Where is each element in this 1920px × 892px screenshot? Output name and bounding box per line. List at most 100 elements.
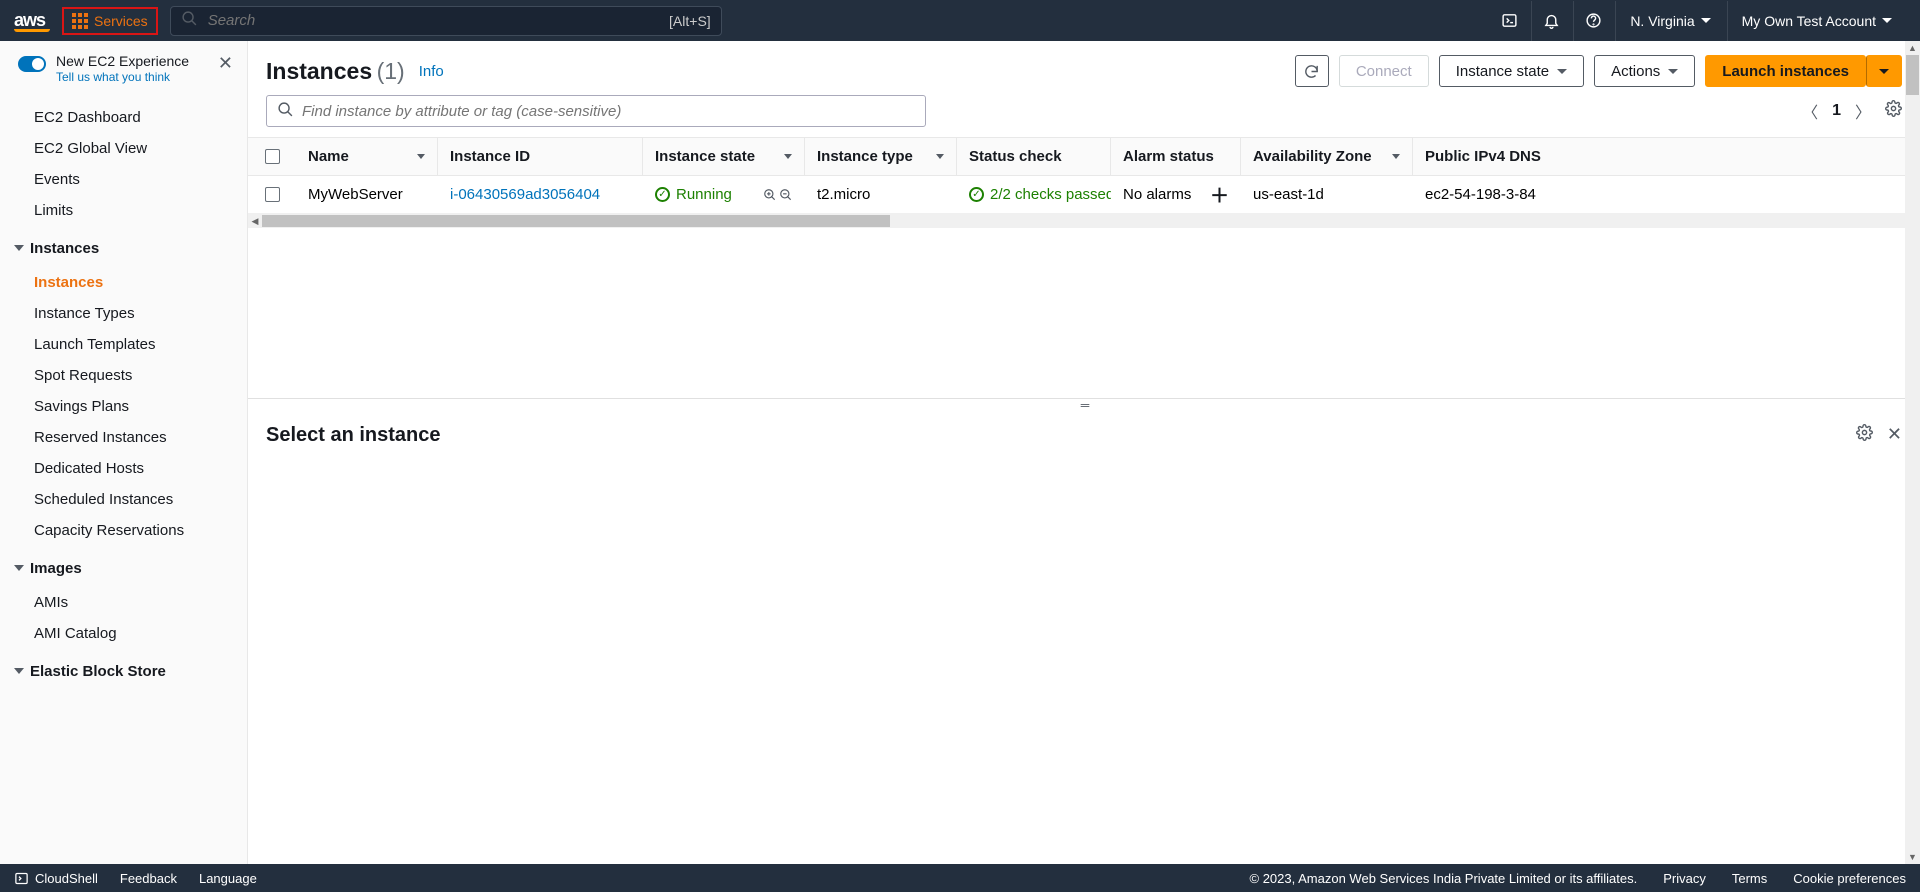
col-availability-zone[interactable]: Availability Zone bbox=[1241, 138, 1413, 175]
scroll-down-icon[interactable]: ▼ bbox=[1905, 850, 1920, 864]
experience-toggle: New EC2 Experience Tell us what you thin… bbox=[0, 51, 247, 98]
horizontal-scrollbar[interactable]: ◀ ▶ bbox=[248, 214, 1920, 228]
footer-language[interactable]: Language bbox=[199, 871, 257, 886]
scroll-thumb[interactable] bbox=[262, 215, 890, 227]
settings-icon[interactable] bbox=[1885, 100, 1902, 122]
page-prev[interactable]: 〈 bbox=[1802, 99, 1818, 123]
sidebar-item-instance-types[interactable]: Instance Types bbox=[0, 298, 247, 329]
cell-name: MyWebServer bbox=[296, 176, 438, 213]
sidebar-item-savings-plans[interactable]: Savings Plans bbox=[0, 391, 247, 422]
search-icon bbox=[277, 101, 294, 122]
sidebar-item-ec2-global-view[interactable]: EC2 Global View bbox=[0, 133, 247, 164]
sort-icon[interactable] bbox=[784, 154, 792, 159]
info-link[interactable]: Info bbox=[419, 63, 444, 80]
sidebar-item-dedicated-hosts[interactable]: Dedicated Hosts bbox=[0, 453, 247, 484]
sidebar-item-capacity-reservations[interactable]: Capacity Reservations bbox=[0, 515, 247, 546]
sidebar: New EC2 Experience Tell us what you thin… bbox=[0, 41, 248, 864]
col-instance-type[interactable]: Instance type bbox=[805, 138, 957, 175]
pagination: 〈 1 〉 bbox=[1802, 99, 1902, 123]
col-alarm-status[interactable]: Alarm status bbox=[1111, 138, 1241, 175]
experience-switch[interactable] bbox=[18, 56, 46, 72]
select-all-checkbox[interactable] bbox=[265, 149, 280, 164]
add-alarm-icon[interactable]: ＋ bbox=[1210, 181, 1229, 208]
filter-row: 〈 1 〉 bbox=[248, 95, 1920, 137]
state-actions-icon[interactable] bbox=[763, 188, 793, 202]
scroll-up-icon[interactable]: ▲ bbox=[1905, 41, 1920, 55]
instance-state-dropdown[interactable]: Instance state bbox=[1439, 55, 1584, 87]
detail-close-icon[interactable]: ✕ bbox=[1887, 424, 1902, 446]
account-dropdown[interactable]: My Own Test Account bbox=[1727, 1, 1906, 41]
close-icon[interactable]: ✕ bbox=[218, 53, 233, 74]
launch-instances-button[interactable]: Launch instances bbox=[1705, 55, 1866, 87]
footer-cookie[interactable]: Cookie preferences bbox=[1793, 871, 1906, 886]
sidebar-item-reserved-instances[interactable]: Reserved Instances bbox=[0, 422, 247, 453]
footer-feedback[interactable]: Feedback bbox=[120, 871, 177, 886]
row-checkbox[interactable] bbox=[265, 187, 280, 202]
sidebar-section-ebs[interactable]: Elastic Block Store bbox=[0, 653, 247, 686]
sidebar-item-events[interactable]: Events bbox=[0, 164, 247, 195]
footer-cloudshell[interactable]: CloudShell bbox=[14, 871, 98, 886]
cell-dns: ec2-54-198-3-84 bbox=[1413, 176, 1561, 213]
sidebar-item-scheduled-instances[interactable]: Scheduled Instances bbox=[0, 484, 247, 515]
topbar: aws Services [Alt+S] N. Virginia My Own … bbox=[0, 0, 1920, 41]
chevron-down-icon bbox=[14, 668, 24, 674]
help-icon[interactable] bbox=[1573, 1, 1613, 41]
detail-settings-icon[interactable] bbox=[1856, 424, 1873, 446]
services-button[interactable]: Services bbox=[62, 7, 158, 35]
sidebar-item-launch-templates[interactable]: Launch Templates bbox=[0, 329, 247, 360]
col-instance-id[interactable]: Instance ID bbox=[438, 138, 643, 175]
chevron-down-icon bbox=[1879, 69, 1889, 74]
cell-az: us-east-1d bbox=[1241, 176, 1413, 213]
sidebar-item-spot-requests[interactable]: Spot Requests bbox=[0, 360, 247, 391]
experience-subtitle[interactable]: Tell us what you think bbox=[56, 70, 189, 84]
page-number: 1 bbox=[1832, 102, 1841, 120]
sidebar-item-instances[interactable]: Instances bbox=[0, 267, 247, 298]
cloudshell-icon[interactable] bbox=[1489, 1, 1529, 41]
filter-input-wrapper[interactable] bbox=[266, 95, 926, 127]
cell-instance-id[interactable]: i-06430569ad3056404 bbox=[450, 186, 600, 203]
sidebar-item-amis[interactable]: AMIs bbox=[0, 587, 247, 618]
filter-input[interactable] bbox=[302, 103, 915, 120]
footer-terms[interactable]: Terms bbox=[1732, 871, 1767, 886]
page-next[interactable]: 〉 bbox=[1855, 99, 1871, 123]
services-label: Services bbox=[94, 13, 148, 29]
sort-icon[interactable] bbox=[417, 154, 425, 159]
search-icon bbox=[181, 10, 198, 31]
footer-copyright: © 2023, Amazon Web Services India Privat… bbox=[1250, 871, 1638, 886]
region-dropdown[interactable]: N. Virginia bbox=[1615, 1, 1724, 41]
col-status-check[interactable]: Status check bbox=[957, 138, 1111, 175]
cell-type: t2.micro bbox=[805, 176, 957, 213]
panel-splitter[interactable] bbox=[248, 398, 1920, 410]
launch-instances-split[interactable] bbox=[1866, 55, 1902, 87]
refresh-button[interactable] bbox=[1295, 55, 1329, 87]
sidebar-item-ec2-dashboard[interactable]: EC2 Dashboard bbox=[0, 102, 247, 133]
scroll-left-icon[interactable]: ◀ bbox=[248, 214, 262, 228]
chevron-down-icon bbox=[14, 245, 24, 251]
page-header: Instances (1) Info Connect Instance stat… bbox=[248, 41, 1920, 95]
aws-logo[interactable]: aws bbox=[14, 10, 50, 32]
scroll-thumb[interactable] bbox=[1906, 55, 1919, 95]
connect-button[interactable]: Connect bbox=[1339, 55, 1429, 87]
notifications-icon[interactable] bbox=[1531, 1, 1571, 41]
detail-title: Select an instance bbox=[266, 424, 441, 447]
status-ok-icon bbox=[969, 187, 984, 202]
sidebar-section-images[interactable]: Images bbox=[0, 550, 247, 583]
vertical-scrollbar[interactable]: ▲ ▼ bbox=[1905, 41, 1920, 864]
chevron-down-icon bbox=[1668, 69, 1678, 74]
page-title: Instances (1) bbox=[266, 58, 405, 85]
sort-icon[interactable] bbox=[936, 154, 944, 159]
sidebar-section-instances[interactable]: Instances bbox=[0, 230, 247, 263]
actions-dropdown[interactable]: Actions bbox=[1594, 55, 1695, 87]
instances-table: Name Instance ID Instance state Instance… bbox=[248, 137, 1920, 228]
global-search[interactable]: [Alt+S] bbox=[170, 6, 722, 36]
sidebar-item-limits[interactable]: Limits bbox=[0, 195, 247, 226]
sidebar-item-ami-catalog[interactable]: AMI Catalog bbox=[0, 618, 247, 649]
col-public-dns[interactable]: Public IPv4 DNS bbox=[1413, 138, 1561, 175]
search-input[interactable] bbox=[208, 12, 659, 29]
footer-privacy[interactable]: Privacy bbox=[1663, 871, 1706, 886]
search-shortcut: [Alt+S] bbox=[669, 13, 711, 29]
table-row[interactable]: MyWebServer i-06430569ad3056404 Running … bbox=[248, 176, 1920, 214]
col-instance-state[interactable]: Instance state bbox=[643, 138, 805, 175]
col-name[interactable]: Name bbox=[296, 138, 438, 175]
sort-icon[interactable] bbox=[1392, 154, 1400, 159]
